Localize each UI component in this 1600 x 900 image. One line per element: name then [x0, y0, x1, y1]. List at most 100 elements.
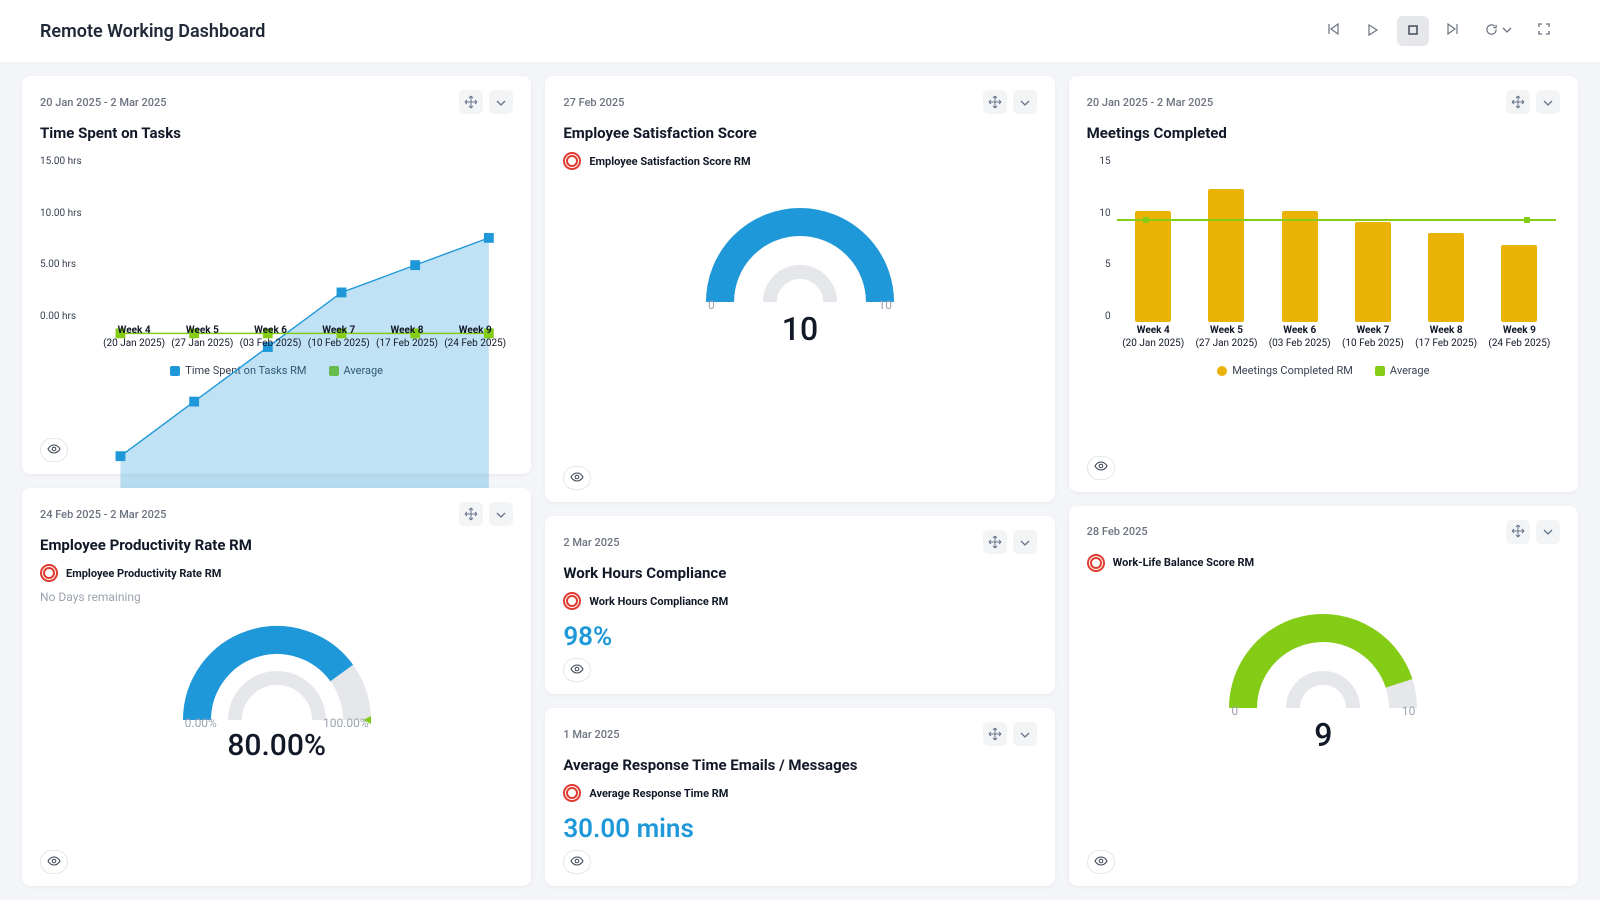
eye-icon [47, 853, 61, 872]
visibility-button[interactable] [563, 658, 591, 682]
goal-row: Employee Satisfaction Score RM [563, 152, 1036, 170]
move-icon [989, 533, 1001, 552]
move-icon [465, 505, 477, 524]
card-productivity[interactable]: 24 Feb 2025 - 2 Mar 2025 Employee Produc… [22, 488, 531, 886]
header: Remote Working Dashboard [0, 0, 1600, 62]
goal-row: Work-Life Balance Score RM [1087, 554, 1560, 572]
card-response-time[interactable]: 1 Mar 2025 Average Response Time Emails … [545, 708, 1054, 886]
move-icon [1512, 522, 1524, 541]
card-satisfaction[interactable]: 27 Feb 2025 Employee Satisfaction Score … [545, 76, 1054, 502]
gauge-max: 10 [878, 298, 892, 312]
target-icon [40, 564, 58, 582]
goal-row: Average Response Time RM [563, 784, 1036, 802]
gauge-min: 0 [708, 298, 715, 312]
menu-button[interactable] [1013, 530, 1037, 554]
eye-icon [570, 853, 584, 872]
card-balance[interactable]: 28 Feb 2025 Work-Life Balance Score RM 0 [1069, 506, 1578, 886]
goal-label: Work Hours Compliance RM [589, 595, 728, 608]
date-range: 2 Mar 2025 [563, 536, 619, 549]
move-icon [465, 93, 477, 112]
date-range: 28 Feb 2025 [1087, 525, 1148, 538]
column-3: 20 Jan 2025 - 2 Mar 2025 Meetings Comple… [1069, 76, 1578, 886]
drag-handle[interactable] [983, 530, 1007, 554]
target-icon [1087, 554, 1105, 572]
chart-legend: Meetings Completed RM Average [1087, 356, 1560, 381]
rewind-button[interactable] [1317, 16, 1349, 46]
visibility-button[interactable] [40, 850, 68, 874]
forward-button[interactable] [1437, 16, 1469, 46]
gauge-value: 80.00% [227, 728, 326, 763]
goal-row: Employee Productivity Rate RM [40, 564, 513, 582]
card-meetings[interactable]: 20 Jan 2025 - 2 Mar 2025 Meetings Comple… [1069, 76, 1578, 492]
goal-label: Employee Satisfaction Score RM [589, 155, 750, 168]
gauge-value: 10 [782, 310, 818, 348]
target-icon [563, 592, 581, 610]
chevron-down-icon [1543, 522, 1553, 541]
chevron-down-icon [1543, 93, 1553, 112]
refresh-button[interactable] [1477, 16, 1520, 46]
menu-button[interactable] [1536, 90, 1560, 114]
gauge-min: 0 [1231, 704, 1238, 718]
legend-series: Meetings Completed RM [1232, 364, 1353, 377]
remaining-text: No Days remaining [40, 590, 513, 604]
forward-icon [1447, 23, 1459, 39]
dashboard-grid: 20 Jan 2025 - 2 Mar 2025 Time Spent on T… [0, 62, 1600, 900]
move-icon [989, 93, 1001, 112]
menu-button[interactable] [489, 90, 513, 114]
rewind-icon [1327, 23, 1339, 39]
date-range: 20 Jan 2025 - 2 Mar 2025 [1087, 96, 1214, 109]
menu-button[interactable] [1536, 520, 1560, 544]
card-title: Time Spent on Tasks [40, 124, 513, 142]
playback-controls [1317, 16, 1560, 46]
card-title: Work Hours Compliance [563, 564, 1036, 582]
date-range: 24 Feb 2025 - 2 Mar 2025 [40, 508, 166, 521]
column-2: 27 Feb 2025 Employee Satisfaction Score … [545, 76, 1054, 886]
menu-button[interactable] [1013, 90, 1037, 114]
visibility-button[interactable] [1087, 850, 1115, 874]
date-range: 1 Mar 2025 [563, 728, 619, 741]
drag-handle[interactable] [983, 90, 1007, 114]
drag-handle[interactable] [1506, 90, 1530, 114]
fullscreen-icon [1538, 23, 1550, 39]
menu-button[interactable] [1013, 722, 1037, 746]
card-compliance[interactable]: 2 Mar 2025 Work Hours Compliance Work Ho… [545, 516, 1054, 694]
gauge-value: 9 [1314, 716, 1332, 754]
card-title: Meetings Completed [1087, 124, 1560, 142]
card-time-spent[interactable]: 20 Jan 2025 - 2 Mar 2025 Time Spent on T… [22, 76, 531, 474]
eye-icon [570, 661, 584, 680]
move-icon [1512, 93, 1524, 112]
play-button[interactable] [1357, 16, 1389, 46]
target-icon [563, 784, 581, 802]
chevron-down-icon [1020, 93, 1030, 112]
card-title: Average Response Time Emails / Messages [563, 756, 1036, 774]
time-spent-chart: 15.00 hrs10.00 hrs5.00 hrs0.00 hrs Week … [40, 156, 513, 356]
fullscreen-button[interactable] [1528, 16, 1560, 46]
balance-gauge: 0 10 9 [1087, 598, 1560, 754]
drag-handle[interactable] [459, 90, 483, 114]
target-icon [563, 152, 581, 170]
visibility-button[interactable] [563, 466, 591, 490]
drag-handle[interactable] [459, 502, 483, 526]
refresh-icon [1485, 23, 1498, 40]
chevron-down-icon [1502, 24, 1512, 39]
chevron-down-icon [1020, 725, 1030, 744]
stop-button[interactable] [1397, 16, 1429, 46]
goal-label: Employee Productivity Rate RM [66, 567, 221, 580]
satisfaction-gauge: 0 10 10 [563, 192, 1036, 348]
date-range: 27 Feb 2025 [563, 96, 624, 109]
chevron-down-icon [496, 505, 506, 524]
stop-icon [1408, 24, 1418, 39]
drag-handle[interactable] [983, 722, 1007, 746]
visibility-button[interactable] [1087, 456, 1115, 480]
menu-button[interactable] [489, 502, 513, 526]
drag-handle[interactable] [1506, 520, 1530, 544]
column-1: 20 Jan 2025 - 2 Mar 2025 Time Spent on T… [22, 76, 531, 886]
chevron-down-icon [496, 93, 506, 112]
card-title: Employee Productivity Rate RM [40, 536, 513, 554]
eye-icon [1094, 853, 1108, 872]
visibility-button[interactable] [563, 850, 591, 874]
visibility-button[interactable] [40, 438, 68, 462]
kpi-value: 98% [563, 622, 1036, 652]
page-title: Remote Working Dashboard [40, 21, 265, 42]
productivity-gauge: 0.00% 100.00% 80.00% [40, 610, 513, 763]
